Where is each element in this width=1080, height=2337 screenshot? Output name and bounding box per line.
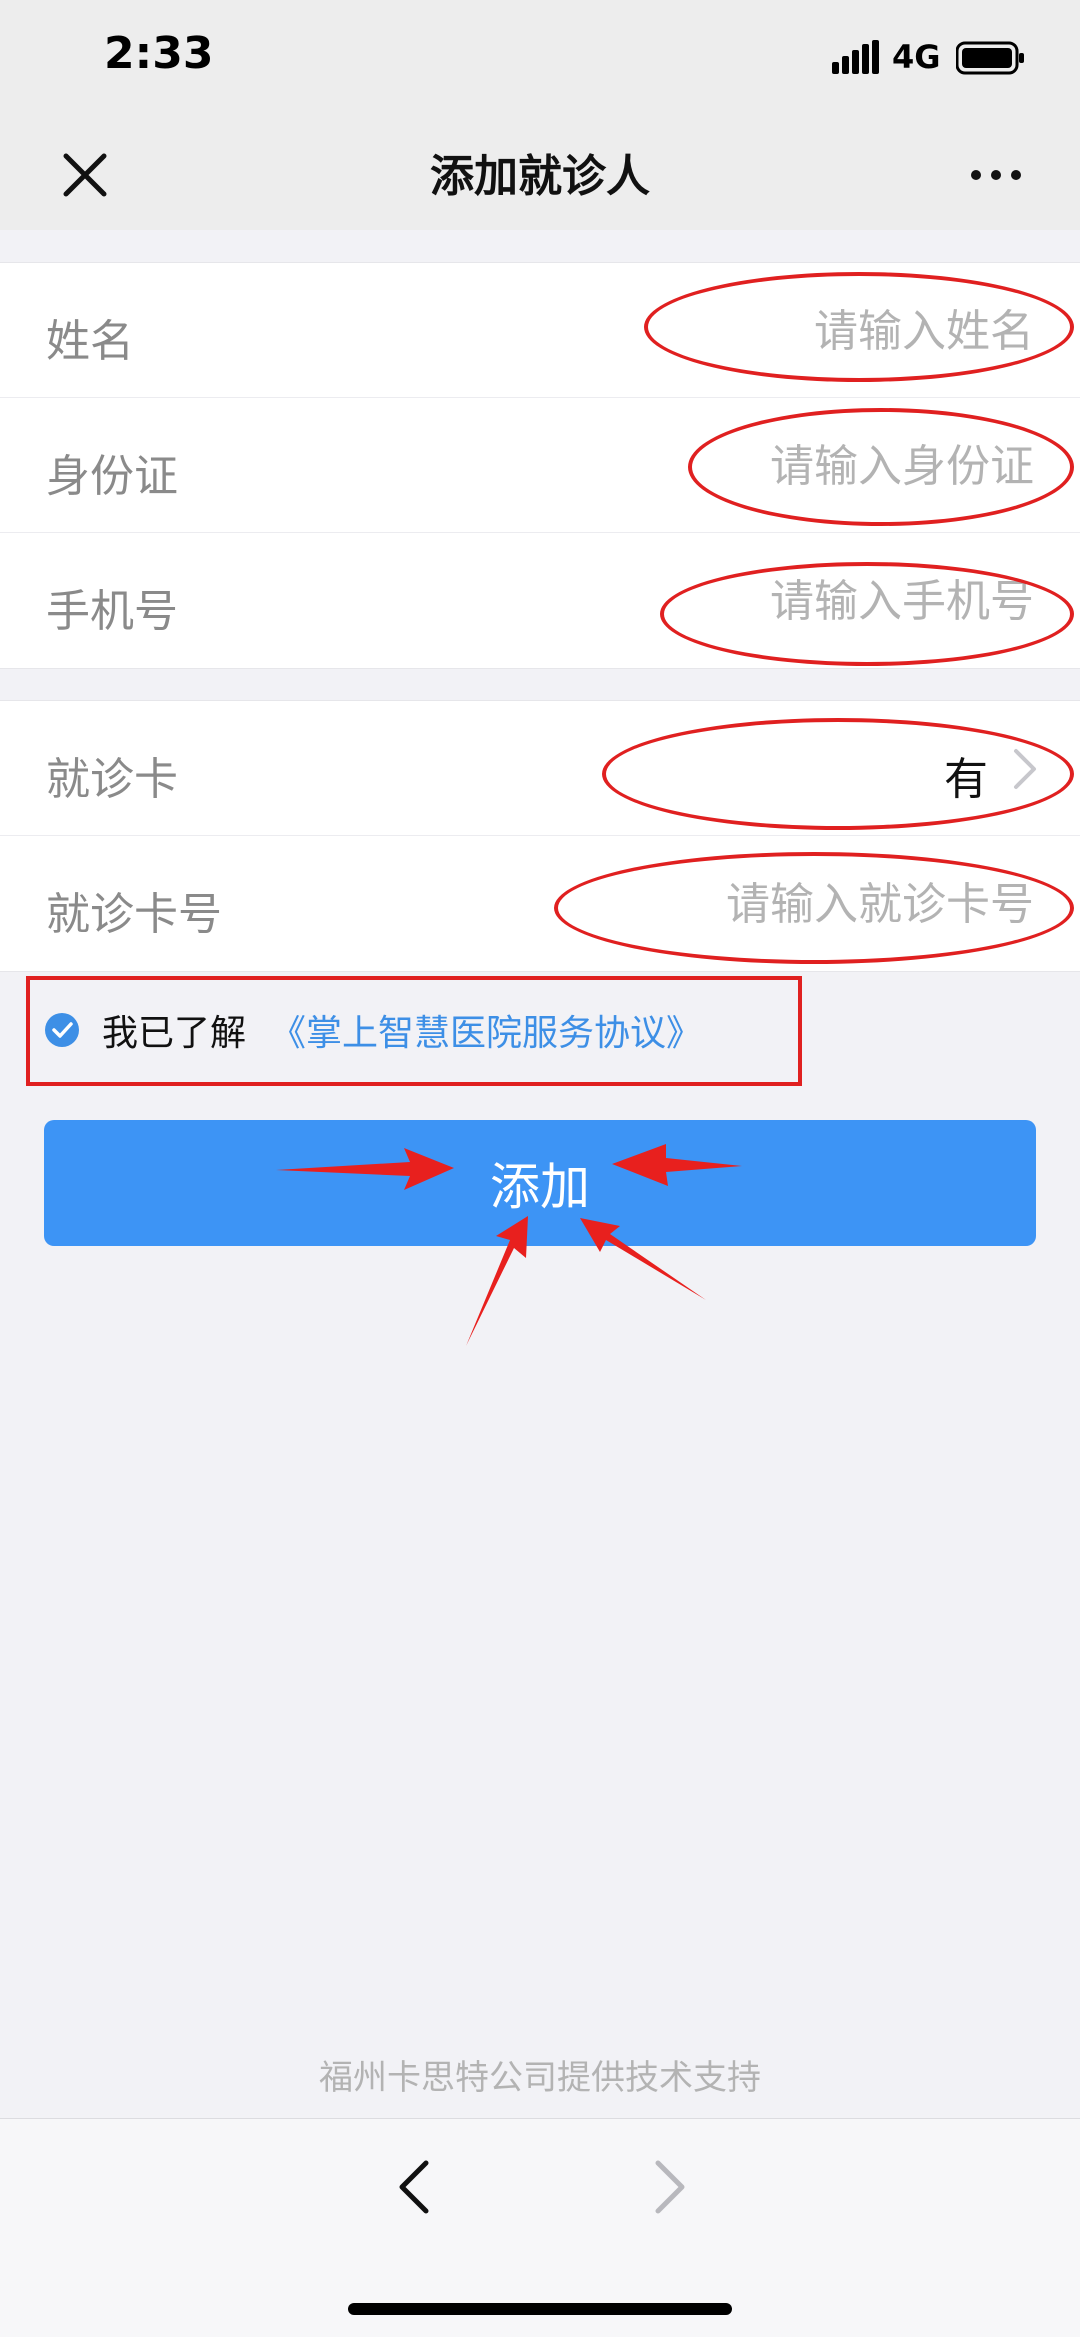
checkbox-checked-icon[interactable] xyxy=(44,1012,80,1048)
visit-card-label: 就诊卡 xyxy=(46,754,178,805)
visit-card-row[interactable]: 就诊卡 有 xyxy=(0,701,1080,836)
phone-label: 手机号 xyxy=(46,586,178,637)
visit-card-group: 就诊卡 有 就诊卡号 xyxy=(0,700,1080,972)
more-icon[interactable] xyxy=(968,150,1024,200)
support-text: 福州卡思特公司提供技术支持 xyxy=(319,2058,761,2098)
visit-card-number-input[interactable] xyxy=(434,866,1034,942)
name-input[interactable] xyxy=(434,293,1034,369)
network-label: 4G xyxy=(892,38,941,76)
page-title: 添加就诊人 xyxy=(430,151,650,202)
id-card-row: 身份证 xyxy=(0,398,1080,533)
add-button[interactable]: 添加 xyxy=(44,1120,1036,1246)
forward-arrow-icon[interactable] xyxy=(644,2155,694,2219)
home-indicator xyxy=(348,2303,732,2315)
status-bar: 2:33 4G xyxy=(0,0,1080,120)
nav-bar: 添加就诊人 xyxy=(0,120,1080,230)
phone-row: 手机号 xyxy=(0,533,1080,668)
bottom-toolbar xyxy=(0,2118,1080,2337)
page: 2:33 4G 添加就诊人 姓名 请输入姓名 身份证 请输入身份证 手机号 请输… xyxy=(0,0,1080,2337)
signal-icon xyxy=(832,40,879,74)
id-card-input[interactable] xyxy=(434,428,1034,504)
id-card-label: 身份证 xyxy=(46,451,178,502)
status-time: 2:33 xyxy=(104,28,214,79)
personal-info-group: 姓名 身份证 手机号 xyxy=(0,262,1080,669)
agreement-text: 我已了解 xyxy=(102,1013,247,1054)
phone-input[interactable] xyxy=(434,563,1034,639)
battery-icon xyxy=(956,41,1024,75)
agreement-link[interactable]: 《掌上智慧医院服务协议》 xyxy=(270,1004,702,1056)
back-arrow-icon[interactable] xyxy=(390,2155,440,2219)
visit-card-value: 有 xyxy=(944,754,988,805)
visit-card-number-label: 就诊卡号 xyxy=(46,889,222,940)
chevron-right-icon xyxy=(1014,749,1036,789)
visit-card-number-row: 就诊卡号 xyxy=(0,836,1080,971)
name-row: 姓名 xyxy=(0,263,1080,398)
name-label: 姓名 xyxy=(46,316,134,367)
